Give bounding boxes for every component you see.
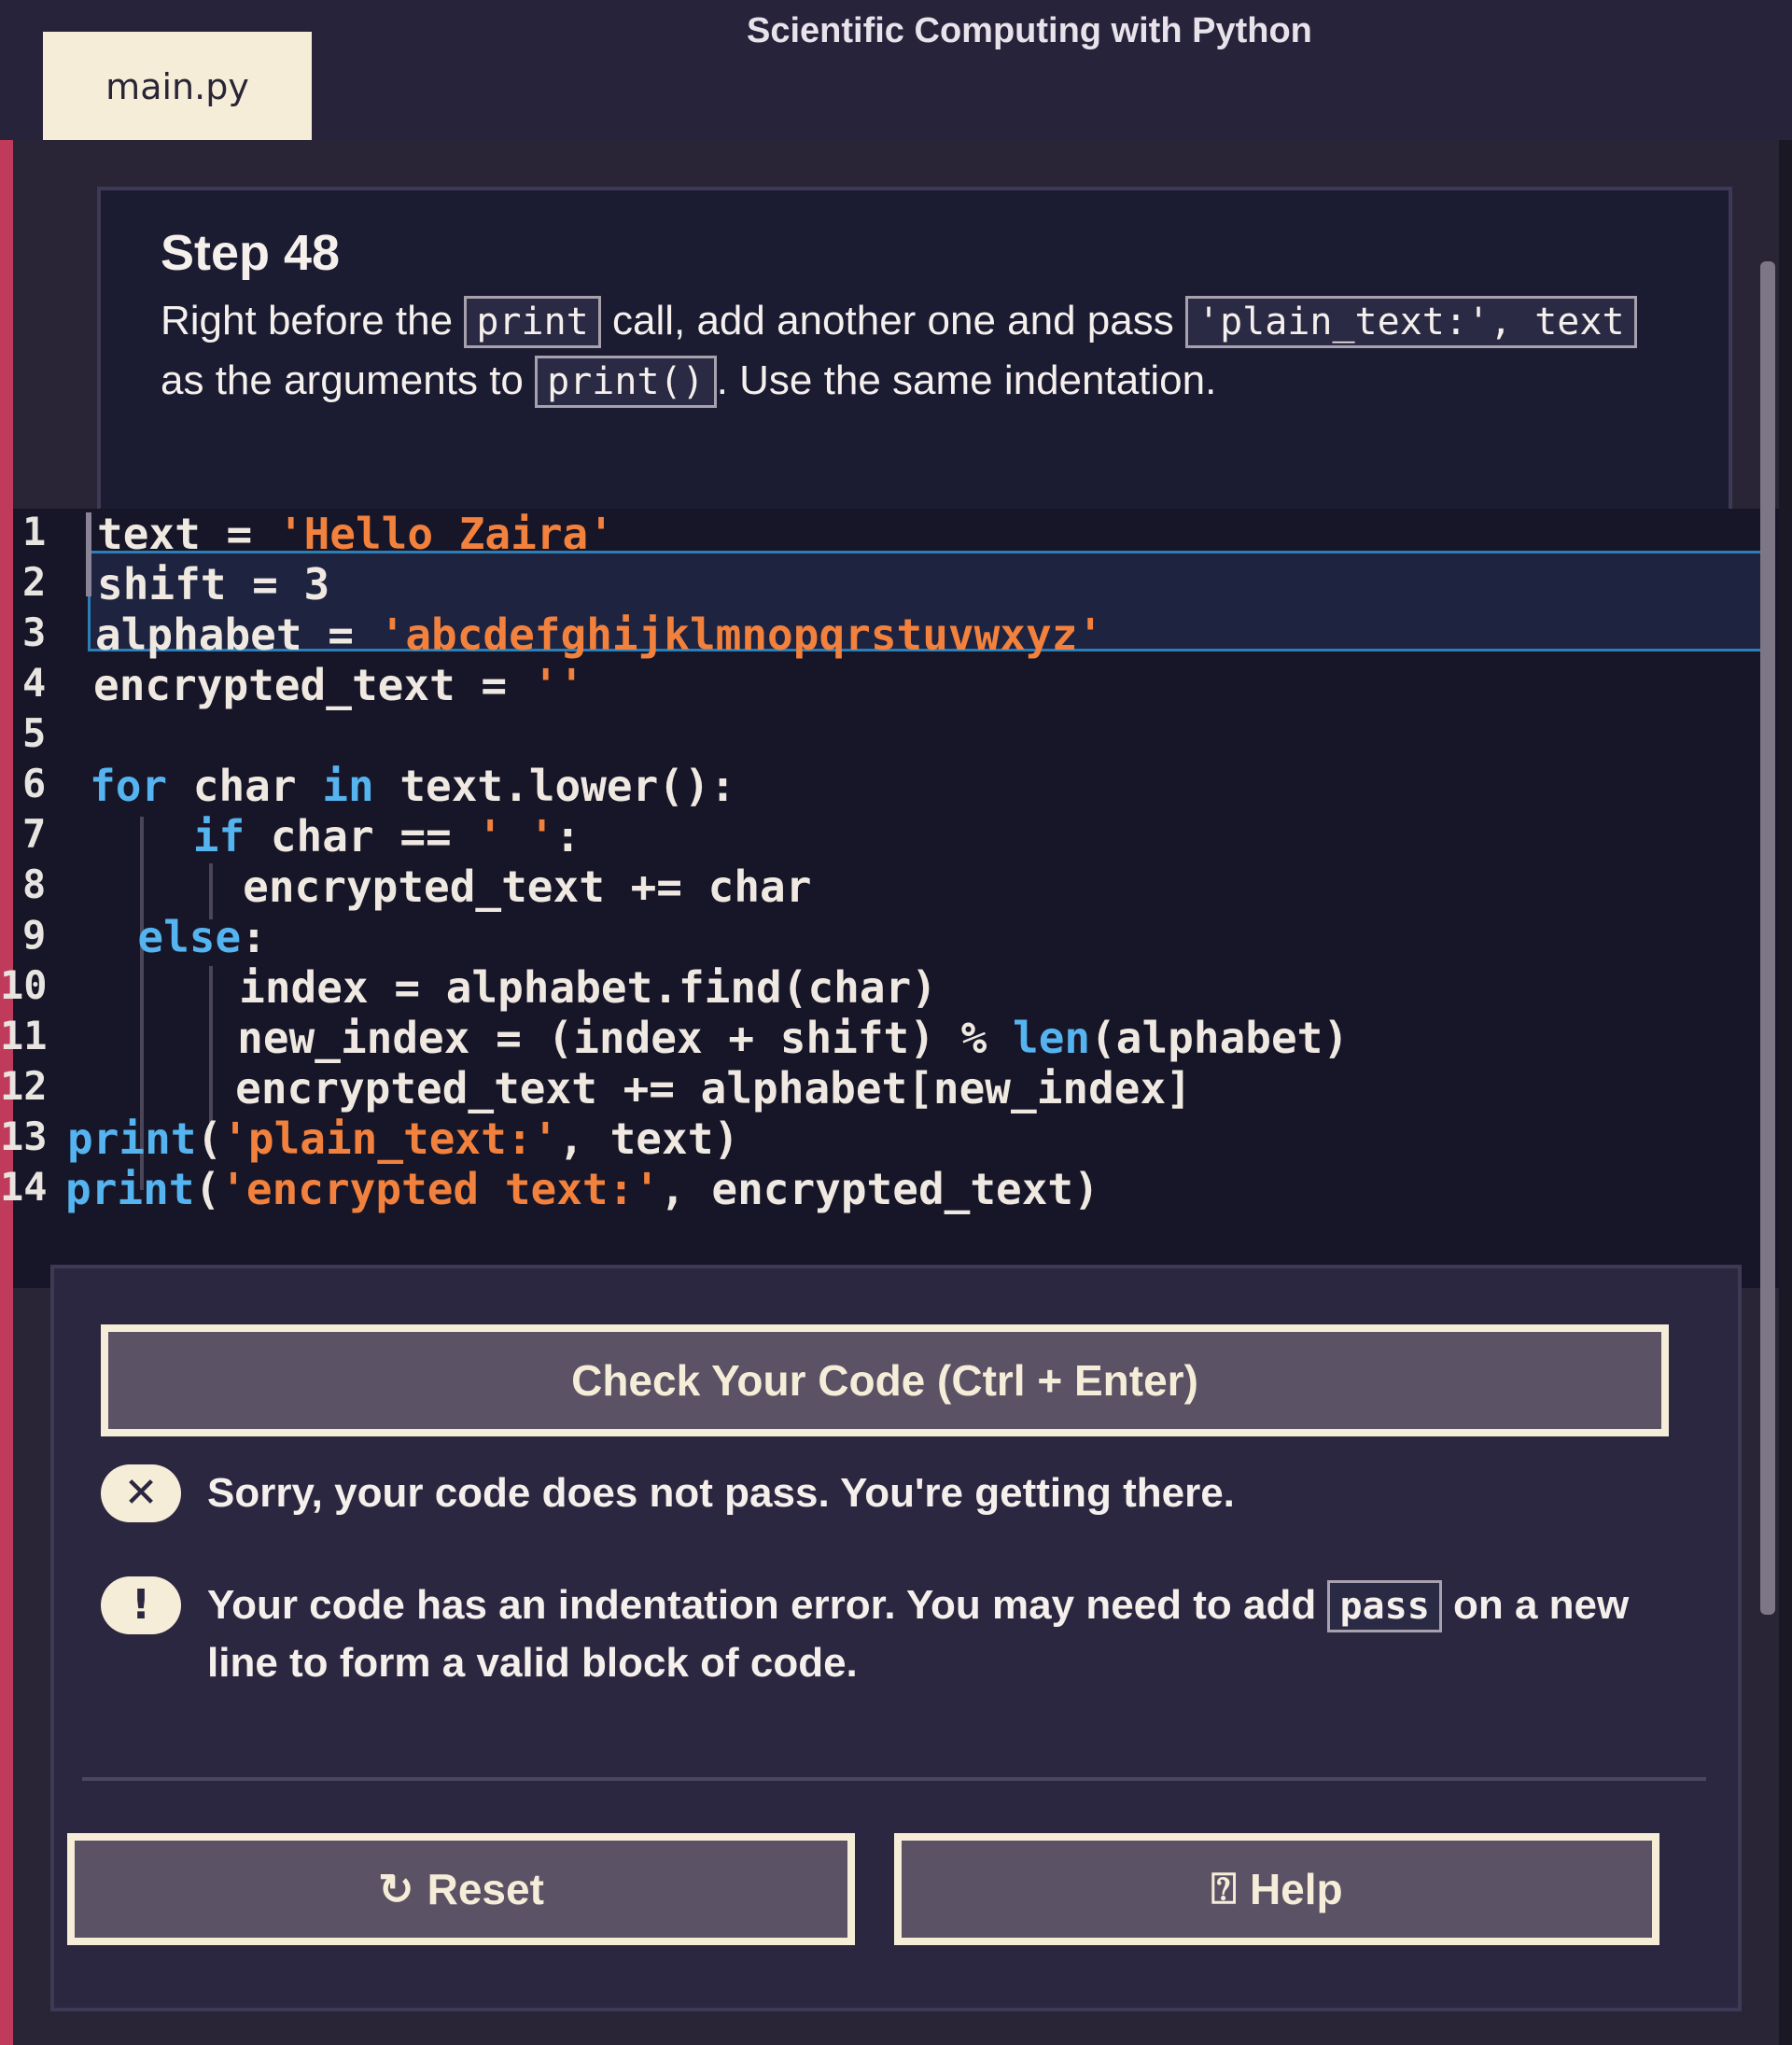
code-line-12: encrypted_text += alphabet[new_index]	[80, 1063, 1192, 1114]
hint-message: ! Your code has an indentation error. Yo…	[101, 1576, 1669, 1692]
code-token: text =	[97, 509, 278, 559]
line-number: 7	[22, 811, 47, 857]
code-string: ''	[532, 660, 585, 710]
inline-code-print-call: print()	[535, 356, 717, 408]
instruction-text: Right before the	[161, 298, 465, 343]
reset-icon: ↻	[378, 1865, 414, 1913]
code-line-4: encrypted_text = ''	[93, 660, 584, 710]
line-number: 10	[0, 962, 48, 1008]
app-title: Scientific Computing with Python	[747, 11, 1312, 50]
line-number: 11	[0, 1013, 48, 1058]
line-number: 1	[22, 509, 47, 554]
code-string: 'plain_text:'	[222, 1114, 559, 1164]
lightbulb-icon: !	[101, 1576, 181, 1634]
inline-code-arguments: 'plain_text:', text	[1184, 296, 1637, 348]
divider	[82, 1777, 1706, 1781]
line-number: 8	[22, 861, 47, 907]
help-icon: ⍰	[1211, 1864, 1237, 1912]
code-keyword: if	[192, 811, 245, 861]
line-number: 14	[0, 1164, 48, 1210]
line-number: 12	[0, 1063, 48, 1109]
line-number: 3	[22, 609, 47, 655]
code-line-11: new_index = (index + shift) % len(alphab…	[82, 1013, 1350, 1063]
code-token: encrypted_text =	[93, 660, 533, 710]
gutter-separator	[86, 512, 91, 596]
code-keyword: else	[137, 912, 242, 962]
code-line-8: encrypted_text += char	[88, 861, 812, 912]
code-line-6: for char in text.lower():	[90, 761, 736, 811]
help-button[interactable]: ⍰ Help	[894, 1833, 1659, 1945]
code-line-13: print('plain_text:', text)	[67, 1114, 740, 1164]
code-line-10: index = alphabet.find(char)	[84, 962, 937, 1013]
inline-code-print: print	[464, 296, 601, 348]
reset-button[interactable]: ↻ Reset	[67, 1833, 855, 1945]
code-builtin: print	[67, 1114, 197, 1164]
scrollbar[interactable]	[1760, 261, 1775, 1615]
help-label: Help	[1249, 1865, 1343, 1913]
hint-message-text: Your code has an indentation error. You …	[207, 1576, 1669, 1692]
code-line-14: print('encrypted text:', encrypted_text)	[65, 1164, 1099, 1214]
window-edge-right	[1779, 0, 1792, 2045]
code-line-3: alphabet = 'abcdefghijklmnopqrstuvwxyz'	[95, 609, 1103, 660]
code-line-1: text = 'Hello Zaira'	[97, 509, 614, 559]
line-number: 5	[22, 710, 47, 756]
line-number: 6	[22, 761, 47, 806]
code-builtin: print	[65, 1164, 195, 1214]
file-tab-main-py[interactable]: main.py	[43, 32, 312, 142]
fail-message-text: Sorry, your code does not pass. You're g…	[207, 1470, 1235, 1516]
code-builtin: len	[1013, 1013, 1091, 1063]
code-line-9: else:	[137, 912, 267, 962]
hint-text: Your code has an indentation error. You …	[207, 1582, 1328, 1628]
close-circle-icon: ✕	[101, 1464, 181, 1522]
top-bar: Scientific Computing with Python main.py	[0, 0, 1792, 142]
fail-message: ✕ Sorry, your code does not pass. You're…	[101, 1464, 1669, 1522]
code-line-7: if char == ' ':	[192, 811, 581, 861]
check-code-button[interactable]: Check Your Code (Ctrl + Enter)	[101, 1324, 1669, 1436]
line-number: 9	[22, 912, 47, 958]
instruction-text: call, add another one and pass	[600, 298, 1185, 343]
code-editor[interactable]: 1 2 3 4 5 6 7 8 9 10 11 12 13 14 text = …	[0, 509, 1779, 1288]
line-number: 4	[22, 660, 47, 706]
code-keyword: in	[322, 761, 374, 811]
code-string: 'Hello Zaira'	[277, 509, 614, 559]
reset-label: Reset	[427, 1865, 544, 1913]
code-string: 'abcdefghijklmnopqrstuvwxyz'	[379, 609, 1104, 660]
action-panel: Check Your Code (Ctrl + Enter) ✕ Sorry, …	[50, 1265, 1742, 2011]
line-number: 2	[22, 559, 47, 605]
line-number: 13	[0, 1114, 48, 1159]
line-number-gutter: 1 2 3 4 5 6 7 8 9 10 11 12 13 14	[0, 509, 71, 1288]
instruction-text: as the arguments to	[161, 357, 536, 403]
step-title: Step 48	[161, 225, 341, 281]
code-string: ' '	[477, 811, 555, 861]
code-line-2: shift = 3	[97, 559, 330, 609]
code-keyword: for	[90, 761, 168, 811]
step-description: Right before the print call, add another…	[161, 291, 1673, 411]
inline-code-pass: pass	[1327, 1580, 1442, 1632]
code-string: 'encrypted text:'	[220, 1164, 660, 1214]
code-token: alphabet =	[95, 609, 380, 660]
instruction-text: . Use the same indentation.	[716, 357, 1217, 403]
